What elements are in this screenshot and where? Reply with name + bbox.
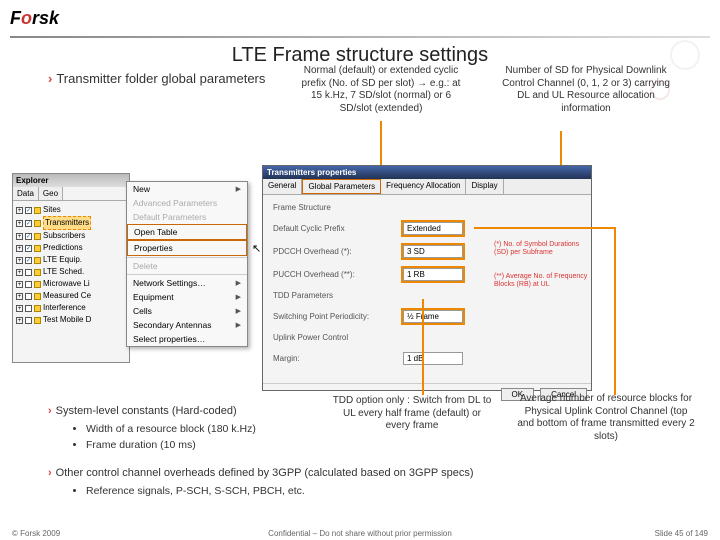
list-item: Frame duration (10 ms) (86, 437, 348, 454)
label-cp: Default Cyclic Prefix (273, 224, 403, 233)
list-item: Reference signals, P-SCH, S-SCH, PBCH, e… (86, 483, 688, 500)
label-pucch: PUCCH Overhead (**): (273, 270, 403, 279)
tree-item[interactable]: +LTE Sched. (16, 266, 126, 278)
tree-item[interactable]: +Interference (16, 302, 126, 314)
dialog-tab-global[interactable]: Global Parameters (302, 179, 381, 194)
menu-item[interactable]: Equipment▶ (127, 290, 247, 304)
margin-field[interactable]: 1 dB (403, 352, 463, 365)
tree-item[interactable]: +Predictions (16, 242, 126, 254)
explorer-panel: Explorer Data Geo +Sites+Transmitters+Su… (12, 173, 130, 363)
properties-dialog: Transmitters properties General Global P… (262, 165, 592, 391)
menu-item[interactable]: Select properties… (127, 332, 247, 346)
footer-copyright: © Forsk 2009 (12, 529, 60, 538)
tree-item[interactable]: +Transmitters (16, 216, 126, 230)
cp-field[interactable]: Extended (403, 222, 463, 235)
footer-confidential: Confidential – Do not share without prio… (268, 529, 452, 538)
explorer-title: Explorer (13, 174, 129, 187)
label-switch: Switching Point Periodicity: (273, 312, 403, 321)
context-menu: New▶Advanced ParametersDefault Parameter… (126, 181, 248, 347)
hint-pucch: (**) Average No. of Frequency Blocks (RB… (494, 273, 589, 289)
bullets-other: ›Other control channel overheads defined… (48, 465, 688, 499)
cursor-icon: ↖ (252, 242, 261, 255)
menu-item: Delete (127, 259, 247, 273)
label-margin: Margin: (273, 354, 403, 363)
label-frame: Frame Structure (273, 203, 403, 212)
bullets-system: ›System-level constants (Hard-coded) Wid… (48, 403, 348, 454)
callout-pdcch: Number of SD for Physical Downlink Contr… (496, 65, 676, 115)
tree-item[interactable]: +Test Mobile D (16, 314, 126, 326)
menu-item[interactable]: Open Table (127, 224, 247, 240)
menu-item[interactable]: Secondary Antennas▶ (127, 318, 247, 332)
footer: © Forsk 2009 Confidential – Do not share… (0, 529, 720, 538)
explorer-tab-data[interactable]: Data (13, 187, 39, 200)
page-title: LTE Frame structure settings (0, 44, 720, 67)
label-tdd: TDD Parameters (273, 291, 403, 300)
logo: Forsk (10, 8, 59, 29)
tree-item[interactable]: +Subscribers (16, 230, 126, 242)
tree-item[interactable]: +LTE Equip. (16, 254, 126, 266)
tree-item[interactable]: +Microwave Li (16, 278, 126, 290)
menu-item[interactable]: Cells▶ (127, 304, 247, 318)
callout-pucch: Average number of resource blocks for Ph… (516, 393, 696, 443)
footer-slide: Slide 45 of 149 (655, 529, 708, 538)
menu-item: Default Parameters (127, 210, 247, 224)
tree-item[interactable]: +Measured Ce (16, 290, 126, 302)
list-item: Width of a resource block (180 k.Hz) (86, 421, 348, 438)
label-pdcch: PDCCH Overhead (*): (273, 247, 403, 256)
chevron-icon: › (48, 71, 52, 86)
callout-cyclic-prefix: Normal (default) or extended cyclic pref… (296, 65, 466, 115)
explorer-tab-geo[interactable]: Geo (39, 187, 63, 200)
hint-pdcch: (*) No. of Symbol Durations (SD) per Sub… (494, 241, 589, 257)
pucch-field[interactable]: 1 RB (403, 268, 463, 281)
divider (10, 36, 710, 38)
callout-tdd: TDD option only : Switch from DL to UL e… (330, 395, 494, 433)
dialog-tab-general[interactable]: General (263, 179, 302, 194)
menu-item[interactable]: Network Settings…▶ (127, 276, 247, 290)
dialog-tab-freq[interactable]: Frequency Allocation (381, 179, 466, 194)
menu-item: Advanced Parameters (127, 196, 247, 210)
label-upwr: Uplink Power Control (273, 333, 403, 342)
chevron-icon: › (48, 465, 52, 483)
chevron-icon: › (48, 403, 52, 421)
pdcch-field[interactable]: 3 SD (403, 245, 463, 258)
dialog-tab-display[interactable]: Display (466, 179, 503, 194)
menu-item[interactable]: New▶ (127, 182, 247, 196)
menu-item[interactable]: Properties (127, 240, 247, 256)
section-subhead: › Transmitter folder global parameters (48, 71, 265, 86)
header: Forsk (0, 0, 720, 36)
tree-item[interactable]: +Sites (16, 204, 126, 216)
dialog-title: Transmitters properties (263, 166, 591, 179)
switch-field[interactable]: ½ Frame (403, 310, 463, 323)
